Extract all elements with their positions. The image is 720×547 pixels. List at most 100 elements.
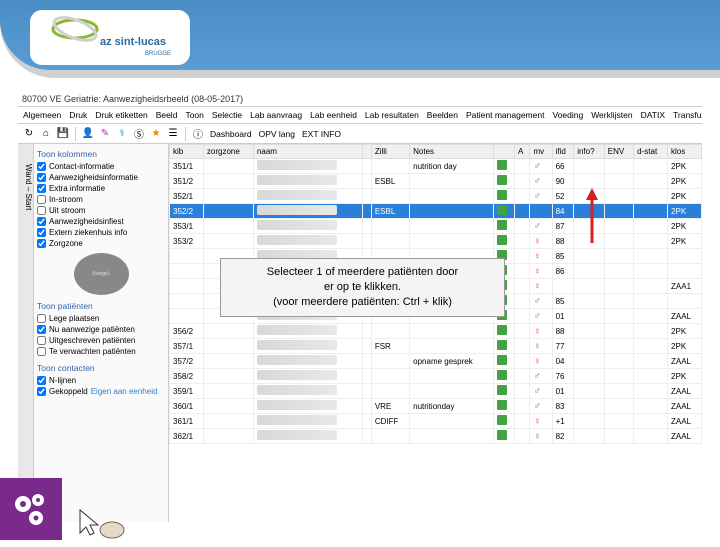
checkbox-row: Extra informatie (37, 183, 165, 194)
column-header[interactable]: A (514, 145, 529, 159)
menu-selectie[interactable]: Selectie (211, 109, 243, 121)
menu-transfusie[interactable]: Transfusie (672, 109, 702, 121)
column-header[interactable]: d-stat (634, 145, 668, 159)
column-header[interactable]: ifid (552, 145, 574, 159)
checkbox-label: Te verwachten patiënten (49, 347, 136, 356)
checkbox-row: Zorgzone (37, 238, 165, 249)
column-header[interactable]: kib (170, 145, 204, 159)
male-icon: ♂ (533, 311, 541, 322)
column-header[interactable]: mv (530, 145, 552, 159)
menu-werklijsten[interactable]: Werklijsten (590, 109, 633, 121)
table-row[interactable]: 352/1♂522PK (170, 189, 702, 204)
checkbox-row: Te verwachten patiënten (37, 346, 165, 357)
checkbox[interactable] (37, 173, 46, 182)
window-titlebar: 80700 VE Geriatrie: Aanwezigheidsrbeeld … (18, 92, 702, 107)
menu-voeding[interactable]: Voeding (551, 109, 584, 121)
checkbox[interactable] (37, 336, 46, 345)
tool-icon-2[interactable]: ✎ (98, 127, 112, 141)
checkbox[interactable] (37, 195, 46, 204)
checkbox-label: In-stroom (49, 195, 83, 204)
checkbox-label: Gekoppeld (49, 387, 88, 396)
table-row[interactable]: 356/2♀882PK (170, 324, 702, 339)
column-header[interactable]: ENV (604, 145, 633, 159)
checkbox[interactable] (37, 347, 46, 356)
menu-lab-resultaten[interactable]: Lab resultaten (364, 109, 420, 121)
checkbox-label: Uit stroom (49, 206, 85, 215)
table-row[interactable]: 351/2ESBL♂902PK (170, 174, 702, 189)
dashboard-button[interactable]: Dashboard (208, 129, 254, 139)
checkbox-label: Lege plaatsen (49, 314, 99, 323)
column-header[interactable]: naam (253, 145, 362, 159)
menu-druk-etiketten[interactable]: Druk etiketten (94, 109, 148, 121)
excel-icon (497, 325, 507, 335)
table-row[interactable]: 362/1♀82ZAAL (170, 429, 702, 444)
checkbox[interactable] (37, 325, 46, 334)
home-icon[interactable]: ⌂ (39, 127, 53, 141)
checkbox[interactable] (37, 206, 46, 215)
table-row[interactable]: 353/1♂872PK (170, 219, 702, 234)
toolbar: ↻ ⌂ 💾 👤 ✎ ⚕ Ⓢ ★ ☰ ⓘ Dashboard OPV lang E… (18, 124, 702, 144)
save-icon[interactable]: 💾 (56, 127, 70, 141)
male-icon: ♂ (533, 296, 541, 307)
excel-icon (497, 205, 507, 215)
male-icon: ♂ (533, 191, 541, 202)
checkbox-label: Contact-informatie (49, 162, 114, 171)
table-row[interactable]: 357/1FSR♀772PK (170, 339, 702, 354)
menu-datix[interactable]: DATIX (640, 109, 666, 121)
info-icon[interactable]: ⓘ (191, 127, 205, 141)
table-row[interactable]: 357/2opname gesprek♀04ZAAL (170, 354, 702, 369)
menu-patient-management[interactable]: Patient management (465, 109, 545, 121)
checkbox-label: Extra informatie (49, 184, 105, 193)
tool-icon-5[interactable]: ★ (149, 127, 163, 141)
excel-icon (497, 190, 507, 200)
table-row[interactable]: 351/1nutrition day♂662PK (170, 159, 702, 174)
tool-icon-6[interactable]: ☰ (166, 127, 180, 141)
table-row[interactable]: 358/2♂762PK (170, 369, 702, 384)
checkbox-row: Contact-informatie (37, 161, 165, 172)
checkbox-row: Nu aanwezige patiënten (37, 324, 165, 335)
menu-lab-aanvraag[interactable]: Lab aanvraag (249, 109, 303, 121)
checkbox-row: N-lijnen (37, 375, 165, 386)
column-header[interactable]: klos (668, 145, 702, 159)
table-row[interactable]: 353/2♀882PK (170, 234, 702, 249)
column-header[interactable]: Zilli (371, 145, 409, 159)
column-header[interactable] (363, 145, 372, 159)
excel-icon (497, 385, 507, 395)
excel-icon (497, 340, 507, 350)
checkbox[interactable] (37, 228, 46, 237)
menu-toon[interactable]: Toon (184, 109, 204, 121)
svg-text:BRUGGE: BRUGGE (145, 51, 171, 57)
table-row[interactable]: 361/1CDIFF♀+1ZAAL (170, 414, 702, 429)
female-icon: ♀ (533, 431, 541, 442)
tool-icon-1[interactable]: 👤 (81, 127, 95, 141)
menu-beelden[interactable]: Beelden (426, 109, 459, 121)
column-header[interactable]: info? (574, 145, 605, 159)
table-row[interactable]: 352/2ESBL♂842PK (170, 204, 702, 219)
checkbox[interactable] (37, 376, 46, 385)
column-header[interactable]: Notes (410, 145, 494, 159)
checkbox[interactable] (37, 239, 46, 248)
table-row[interactable]: 360/1VREnutritionday♂83ZAAL (170, 399, 702, 414)
checkbox-label: Aanwezigheidsinfiest (49, 217, 124, 226)
checkbox[interactable] (37, 314, 46, 323)
checkbox[interactable] (37, 162, 46, 171)
refresh-icon[interactable]: ↻ (22, 127, 36, 141)
column-header[interactable] (493, 145, 514, 159)
male-icon: ♂ (533, 386, 541, 397)
side-tabs[interactable]: Wand – Start (18, 144, 34, 522)
column-header[interactable]: zorgzone (203, 145, 253, 159)
tool-icon-4[interactable]: Ⓢ (132, 127, 146, 141)
opvlang-button[interactable]: OPV lang (257, 129, 297, 139)
checkbox-row: Uitgeschreven patiënten (37, 335, 165, 346)
checkbox[interactable] (37, 387, 46, 396)
table-row[interactable]: 359/1♂01ZAAL (170, 384, 702, 399)
checkbox-label: Zorgzone (49, 239, 83, 248)
checkbox[interactable] (37, 184, 46, 193)
menu-lab-eenheid[interactable]: Lab eenheid (309, 109, 358, 121)
menu-druk[interactable]: Druk (68, 109, 88, 121)
tool-icon-3[interactable]: ⚕ (115, 127, 129, 141)
menu-algemeen[interactable]: Algemeen (22, 109, 62, 121)
extinfo-button[interactable]: EXT INFO (300, 129, 343, 139)
menu-beeld[interactable]: Beeld (155, 109, 179, 121)
checkbox[interactable] (37, 217, 46, 226)
